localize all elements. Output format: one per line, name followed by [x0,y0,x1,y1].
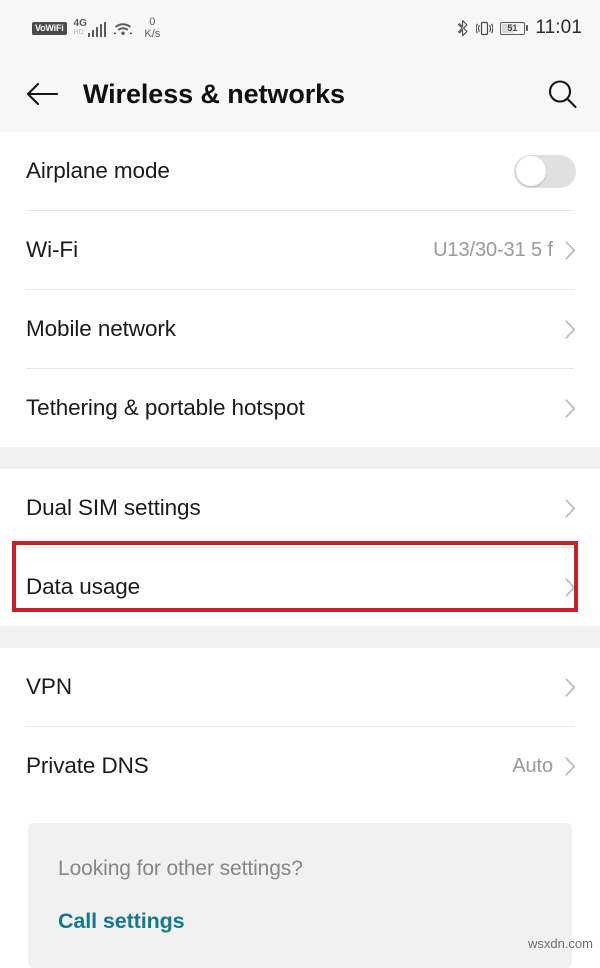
network-type-label: 4G [73,18,87,29]
row-label: Dual SIM settings [26,495,201,520]
row-label: Private DNS [26,753,149,778]
vowifi-badge: VoWiFi [32,21,67,35]
row-private-dns[interactable]: Private DNS Auto [0,727,600,805]
status-bar: VoWiFi 4G HD 0 K/s 51 11:01 [0,0,600,56]
chevron-right-icon [565,498,576,518]
data-speed-indicator: 0 K/s [144,16,160,40]
page-title: Wireless & networks [83,78,345,109]
chevron-right-icon [565,240,576,260]
wifi-icon [113,20,133,36]
call-settings-link[interactable]: Call settings [58,909,185,934]
row-dual-sim-settings[interactable]: Dual SIM settings [0,469,600,547]
row-data-usage[interactable]: Data usage [0,548,600,626]
settings-group-3: VPN Private DNS Auto [0,648,600,805]
chevron-right-icon [565,319,576,339]
vibrate-icon [475,20,493,37]
row-label: VPN [26,674,72,699]
other-settings-card: Looking for other settings? Call setting… [28,823,572,968]
battery-body: 51 [499,21,525,35]
settings-group-1: Airplane mode Wi-Fi U13/30-31 5 f Mobile… [0,132,600,447]
settings-group-2: Dual SIM settings Data usage [0,469,600,626]
chevron-right-icon [565,577,576,597]
row-label: Airplane mode [26,158,170,183]
toggle-knob [515,156,546,186]
bluetooth-icon [457,19,469,37]
row-label: Wi-Fi [26,237,78,262]
group-separator [0,447,600,469]
row-label: Tethering & portable hotspot [26,395,305,420]
row-value: U13/30-31 5 f [433,238,553,261]
chevron-right-icon [565,677,576,697]
network-type-labels: 4G HD [73,18,87,37]
status-bar-clock: 11:01 [535,17,582,38]
app-bar: Wireless & networks [0,56,600,132]
row-airplane-mode[interactable]: Airplane mode [0,132,600,210]
row-label: Data usage [26,574,141,599]
chevron-right-icon [565,398,576,418]
row-value: Auto [512,754,553,777]
row-label: Mobile network [26,316,176,341]
row-vpn[interactable]: VPN [0,648,600,726]
chevron-right-icon [565,756,576,776]
settings-list: Airplane mode Wi-Fi U13/30-31 5 f Mobile… [0,132,600,968]
data-speed-unit: K/s [144,28,161,40]
search-icon[interactable] [546,78,578,110]
watermark: wsxdn.com [527,936,593,951]
battery-indicator: 51 [499,21,529,35]
footer-section: Looking for other settings? Call setting… [0,805,600,968]
battery-cap [525,25,529,31]
back-arrow-icon[interactable] [26,81,58,107]
row-mobile-network[interactable]: Mobile network [0,290,600,368]
other-settings-question: Looking for other settings? [58,857,303,880]
group-separator [0,626,600,648]
signal-bars-icon [87,22,107,37]
status-bar-left: VoWiFi 4G HD 0 K/s [32,16,160,40]
network-subtype-label: HD [73,29,84,36]
status-bar-right: 51 11:01 [457,17,582,39]
battery-percent-label: 51 [507,22,518,33]
row-tethering-hotspot[interactable]: Tethering & portable hotspot [0,369,600,447]
data-speed-value: 0 [149,16,156,28]
row-wifi[interactable]: Wi-Fi U13/30-31 5 f [0,211,600,289]
cellular-signal-group: 4G HD [74,19,107,37]
airplane-mode-toggle[interactable] [514,154,576,188]
